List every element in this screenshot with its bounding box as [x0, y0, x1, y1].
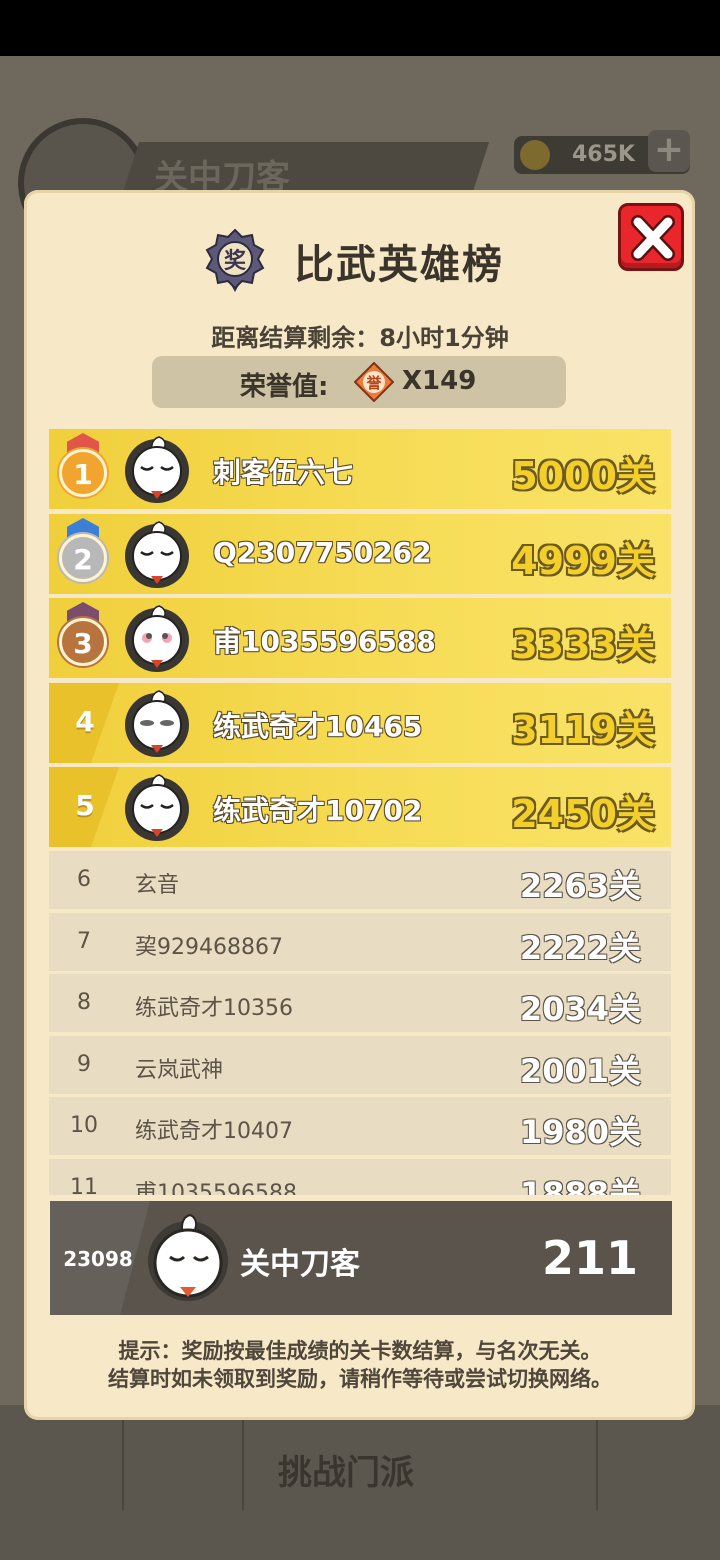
honor-icon-char: 誉 — [365, 374, 382, 392]
player-score: 2001关 — [519, 1051, 641, 1090]
player-score: 3119关 — [511, 708, 655, 752]
rank-medal-icon: 1 — [59, 449, 107, 497]
player-score: 1980关 — [519, 1113, 641, 1151]
player-name: 练武奇才10356 — [135, 996, 293, 1021]
player-avatar — [123, 435, 191, 503]
close-button[interactable] — [618, 203, 684, 271]
my-name: 关中刀客 — [240, 1247, 360, 1282]
player-name: 练武奇才10702 — [213, 794, 423, 827]
player-score: 2450关 — [511, 792, 655, 836]
my-avatar — [140, 1207, 236, 1303]
leaderboard-row[interactable]: 10 练武奇才10407 1980关 — [49, 1097, 671, 1155]
player-score: 5000关 — [511, 454, 655, 498]
award-badge-char: 奖 — [224, 248, 247, 274]
award-badge-icon: 奖 — [204, 228, 266, 293]
settlement-countdown: 距离结算剩余：8小时1分钟 — [211, 324, 509, 352]
rank-number: 7 — [77, 928, 91, 954]
leaderboard-row[interactable]: 11 甫1035596588 1888关 — [49, 1158, 671, 1196]
my-rank-number: 23098 — [63, 1247, 133, 1271]
player-name: 刺客伍六七 — [213, 456, 354, 489]
player-avatar — [123, 520, 191, 588]
rank-medal-icon: 3 — [59, 618, 107, 666]
rank-number: 9 — [77, 1051, 91, 1077]
rank-number: 11 — [70, 1174, 98, 1196]
leaderboard-row-top[interactable]: 3 甫1035596588 3333关 — [49, 598, 671, 678]
leaderboard-row-top[interactable]: 2 Q2307750262 4999关 — [49, 514, 671, 594]
player-score: 2222关 — [519, 928, 641, 967]
leaderboard-row[interactable]: 8 练武奇才10356 2034关 — [49, 974, 671, 1032]
player-name: 练武奇才10407 — [135, 1119, 293, 1144]
player-score: 2034关 — [519, 990, 641, 1028]
rank-list[interactable]: 6 玄音 2263关 7 巭929468867 2222关 8 练武奇才10356 2034关 9… — [49, 851, 671, 1195]
leaderboard-row[interactable]: 6 玄音 2263关 — [49, 851, 671, 909]
player-name: 云岚武神 — [135, 1057, 224, 1083]
nav-tab-shop — [476, 1410, 598, 1510]
player-name: 巭929468867 — [135, 934, 283, 960]
player-avatar — [123, 604, 191, 672]
honor-label: 荣誉值: — [240, 372, 329, 402]
rank-number: 5 — [75, 789, 95, 822]
rank-number: 4 — [75, 705, 95, 738]
player-score: 4999关 — [511, 539, 655, 583]
player-score: 1888关 — [519, 1174, 641, 1196]
leaderboard-row[interactable]: 9 云岚武神 2001关 — [49, 1035, 671, 1094]
nav-tab-challenge-label: 挑战门派 — [278, 1453, 414, 1493]
player-score: 3333关 — [511, 623, 655, 667]
add-coins-button: + — [648, 130, 690, 172]
honor-value: X149 — [402, 366, 477, 396]
tip-line-1: 提示：奖励按最佳成绩的关卡数结算，与名次无关。 — [118, 1339, 602, 1363]
nav-tab-task — [0, 1410, 124, 1510]
rank-number: 6 — [77, 867, 91, 892]
player-name: Q2307750262 — [213, 536, 432, 569]
honor-icon: 誉 — [353, 361, 395, 403]
player-name: 甫1035596588 — [213, 625, 436, 658]
nav-tab-train — [124, 1410, 244, 1510]
player-avatar — [123, 773, 191, 841]
player-name: 练武奇才10465 — [213, 710, 423, 743]
player-name: 甫1035596588 — [135, 1180, 297, 1196]
leaderboard-row-top[interactable]: 4 练武奇才10465 3119关 — [49, 683, 671, 763]
close-icon — [631, 215, 675, 261]
leaderboard-row[interactable]: 7 巭929468867 2222关 — [49, 912, 671, 971]
player-avatar — [123, 689, 191, 757]
coin-icon — [520, 140, 550, 170]
player-name: 玄音 — [135, 873, 180, 898]
status-bar — [0, 0, 720, 56]
leaderboard-row-top[interactable]: 5 练武奇才10702 2450关 — [49, 767, 671, 847]
rank-number: 10 — [70, 1113, 98, 1138]
dialog-title: 比武英雄榜 — [294, 242, 504, 288]
tip-line-2: 结算时如未领取到奖励，请稍作等待或尝试切换网络。 — [108, 1367, 612, 1391]
my-score: 211 — [541, 1231, 638, 1285]
rank-number: 8 — [77, 990, 91, 1015]
rank-medal-icon: 2 — [59, 534, 107, 582]
player-score: 2263关 — [519, 867, 641, 905]
leaderboard-row-top[interactable]: 1 刺客伍六七 5000关 — [49, 429, 671, 509]
coin-amount: 465K — [572, 142, 635, 167]
my-rank-row: 23098 关中刀客 211 — [50, 1201, 672, 1315]
